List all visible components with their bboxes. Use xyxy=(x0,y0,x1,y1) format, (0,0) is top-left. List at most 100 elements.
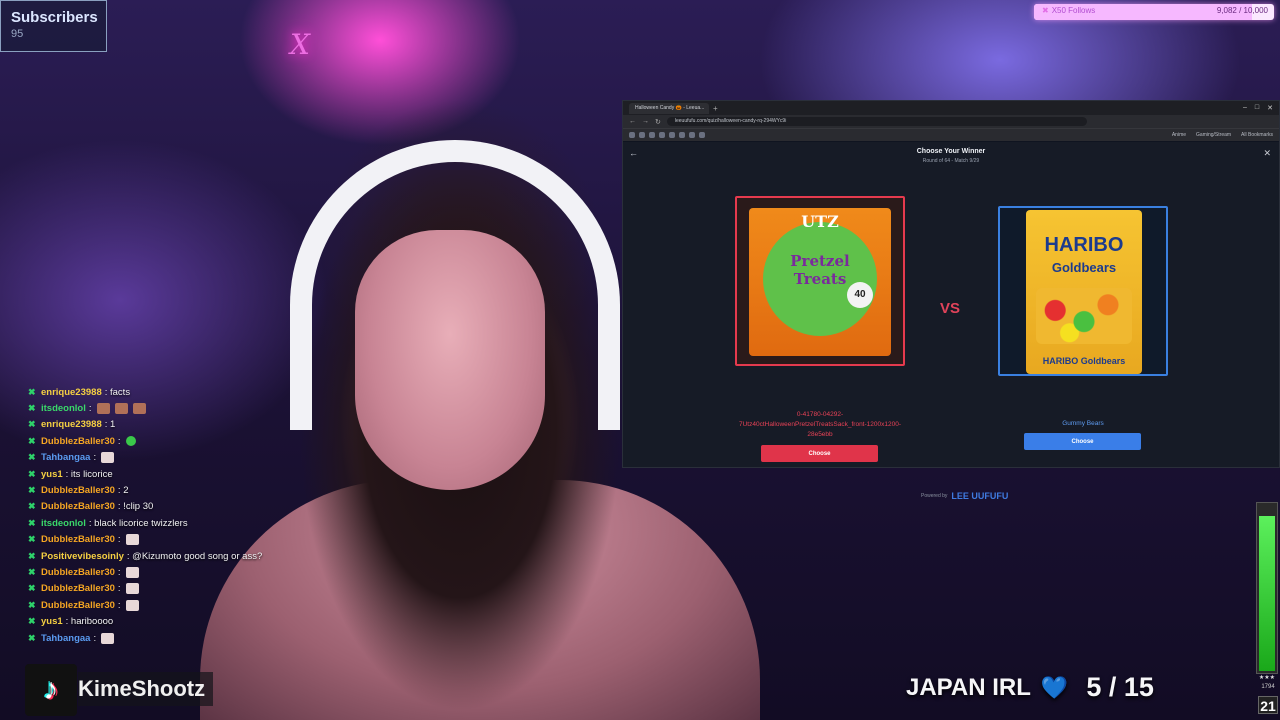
chat-username[interactable]: DubblezBaller30 xyxy=(41,600,115,611)
chat-username[interactable]: enrique23988 xyxy=(41,387,102,398)
forward-nav-icon[interactable]: → xyxy=(642,118,649,125)
chat-message: ✖ DubblezBaller30: xyxy=(28,581,328,597)
bookmark-icon[interactable] xyxy=(629,132,635,138)
chat-message: ✖ DubblezBaller30: 2 xyxy=(28,482,328,498)
url-field[interactable]: leeuufufu.com/quiz/halloween-candy-rq-29… xyxy=(666,117,1087,126)
chat-message: ✖ itsdeonlol: black licorice twizzlers xyxy=(28,515,328,531)
powered-by: Powered by LEE UUFUFU xyxy=(921,492,1008,501)
choose-left-button[interactable]: Choose xyxy=(761,445,878,462)
chat-username[interactable]: itsdeonlol xyxy=(41,518,86,529)
browser-tab[interactable]: Halloween Candy 🎃 - Leeua... xyxy=(629,102,709,114)
left-candidate-caption: 0-41780-04292-7Utz40ctHalloweenPretzelTr… xyxy=(739,411,901,438)
chat-message: ✖ enrique23988: facts xyxy=(28,384,328,400)
haribo-product-name: Goldbears xyxy=(1051,260,1117,275)
chat-text: : 1 xyxy=(104,419,116,431)
page-title: Choose Your Winner xyxy=(916,148,986,155)
bookmark-icon[interactable] xyxy=(649,132,655,138)
tiktok-icon: ♪ xyxy=(25,664,77,716)
chat-emote-icon xyxy=(96,403,110,415)
chat-emote-icon xyxy=(132,403,146,415)
chat-username[interactable]: DubblezBaller30 xyxy=(41,583,115,594)
chat-username[interactable]: enrique23988 xyxy=(41,419,102,430)
chat-badge-icon: ✖ xyxy=(28,403,36,414)
chat-text: : !clip 30 xyxy=(117,501,154,513)
chat-badge-icon: ✖ xyxy=(28,550,36,561)
bookmark-folder-anime[interactable]: Anime xyxy=(1172,132,1186,138)
chat-message: ✖ yus1: its licorice xyxy=(28,466,328,482)
choose-right-button[interactable]: Choose xyxy=(1024,433,1141,450)
follow-goal-bar: ✖ X50 Follows 9,082 / 10,000 xyxy=(1034,4,1274,20)
reload-icon[interactable]: ↻ xyxy=(655,118,661,126)
follow-goal-label: X50 Follows xyxy=(1051,6,1096,15)
chat-text: : xyxy=(117,435,121,447)
chat-emote-icon xyxy=(101,632,115,644)
bookmark-folder-gaming[interactable]: Gaming/Stream xyxy=(1196,132,1231,138)
chat-text: : facts xyxy=(104,386,131,398)
chat-username[interactable]: DubblezBaller30 xyxy=(41,567,115,578)
close-window-icon[interactable]: ✕ xyxy=(1267,104,1273,112)
subscribers-count: 95 xyxy=(11,28,24,40)
left-candidate-card[interactable]: UTZ Pretzel Treats 40 xyxy=(735,196,905,366)
meter-stars: ★★★ xyxy=(1258,675,1276,681)
vs-label: VS xyxy=(940,300,961,317)
chat-badge-icon: ✖ xyxy=(28,501,36,512)
bookmark-icon[interactable] xyxy=(659,132,665,138)
subscribers-widget: Subscribers 95 xyxy=(0,0,107,52)
streamer-handle: KimeShootz xyxy=(78,672,214,706)
audio-level-meter xyxy=(1256,502,1278,674)
chat-username[interactable]: itsdeonlol xyxy=(41,403,86,414)
chat-username[interactable]: DubblezBaller30 xyxy=(41,534,115,545)
bookmark-icon[interactable] xyxy=(699,132,705,138)
maximize-icon[interactable]: □ xyxy=(1255,104,1259,112)
chat-text: : @Kizumoto good song or ass? xyxy=(126,550,263,562)
chat-username[interactable]: DubblezBaller30 xyxy=(41,436,115,447)
new-tab-icon[interactable]: + xyxy=(713,104,718,113)
chat-badge-icon: ✖ xyxy=(28,632,36,643)
lee-uufufu-logo[interactable]: LEE UUFUFU xyxy=(951,492,1008,501)
irl-label: JAPAN IRL xyxy=(906,673,1031,701)
chat-badge-icon: ✖ xyxy=(28,583,36,594)
irl-count: 5 / 15 xyxy=(1086,672,1154,702)
chat-text: : its licorice xyxy=(65,468,113,480)
chat-overlay: ✖ enrique23988: facts ✖ itsdeonlol: ✖ enrique… xyxy=(28,384,328,646)
chat-emote-icon xyxy=(125,599,139,611)
chat-message: ✖ DubblezBaller30: xyxy=(28,597,328,613)
bookmark-icon[interactable] xyxy=(669,132,675,138)
back-nav-icon[interactable]: ← xyxy=(629,118,636,125)
chat-username[interactable]: Positivevibesoinly xyxy=(41,551,124,562)
chat-message: ✖ DubblezBaller30: xyxy=(28,564,328,580)
chat-username[interactable]: DubblezBaller30 xyxy=(41,485,115,496)
chat-message: ✖ Positivevibesoinly: @Kizumoto good song… xyxy=(28,548,328,564)
chat-message: ✖ DubblezBaller30: !clip 30 xyxy=(28,499,328,515)
chat-message: ✖ itsdeonlol: xyxy=(28,400,328,416)
chat-username[interactable]: Tahbangaa xyxy=(41,452,90,463)
chat-username[interactable]: yus1 xyxy=(41,616,63,627)
browser-window: Halloween Candy 🎃 - Leeua... + – □ ✕ ← →… xyxy=(622,100,1280,501)
right-candidate-card[interactable]: HARIBO Goldbears HARIBO Goldbears xyxy=(998,206,1168,376)
meter-mini-number: 1794 xyxy=(1261,684,1275,690)
right-candidate-caption: Gummy Bears xyxy=(1062,420,1104,427)
chat-message: ✖ DubblezBaller30: xyxy=(28,532,328,548)
x-icon: ✖ xyxy=(1042,6,1049,15)
chat-username[interactable]: Tahbangaa xyxy=(41,633,90,644)
close-icon[interactable]: ✕ xyxy=(1263,148,1271,159)
bookmark-icon[interactable] xyxy=(689,132,695,138)
haribo-foot-label: HARIBO Goldbears xyxy=(1042,356,1126,366)
chat-username[interactable]: yus1 xyxy=(41,469,63,480)
bookmark-icon[interactable] xyxy=(679,132,685,138)
chat-username[interactable]: DubblezBaller30 xyxy=(41,501,115,512)
browser-tabbar: Halloween Candy 🎃 - Leeua... + – □ ✕ xyxy=(623,101,1279,115)
follow-goal-count: 9,082 / 10,000 xyxy=(1216,6,1268,15)
bookmark-folder-all[interactable]: All Bookmarks xyxy=(1241,132,1273,138)
bookmark-icon[interactable] xyxy=(639,132,645,138)
chat-badge-icon: ✖ xyxy=(28,566,36,577)
minimize-icon[interactable]: – xyxy=(1243,104,1247,112)
chat-badge-icon: ✖ xyxy=(28,435,36,446)
chat-emote-icon xyxy=(114,403,128,415)
chat-badge-icon: ✖ xyxy=(28,452,36,463)
subscribers-title: Subscribers xyxy=(11,9,98,26)
quiz-page: ← Choose Your Winner Round of 64 - Match… xyxy=(623,142,1279,501)
chat-text: : xyxy=(117,534,121,546)
heart-icon: 💙 xyxy=(1040,674,1069,700)
chat-message: ✖ DubblezBaller30: xyxy=(28,433,328,449)
